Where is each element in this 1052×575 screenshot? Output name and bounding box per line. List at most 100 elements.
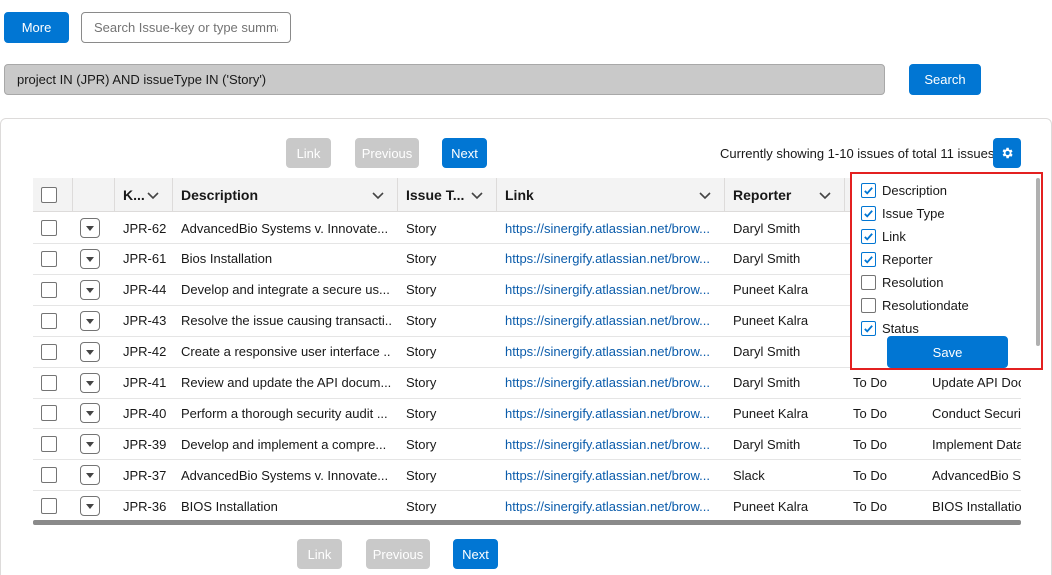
- row-actions-button[interactable]: [80, 372, 100, 393]
- select-all-checkbox[interactable]: [41, 186, 57, 203]
- cell-key: JPR-41: [123, 375, 167, 390]
- row-actions-cell: [80, 398, 100, 428]
- checkmark-icon: [864, 324, 873, 333]
- cell-link[interactable]: https://sinergify.atlassian.net/brow...: [505, 398, 719, 428]
- checkmark-icon: [864, 255, 873, 264]
- cell-link[interactable]: https://sinergify.atlassian.net/brow...: [505, 460, 719, 490]
- row-actions-button[interactable]: [80, 465, 100, 486]
- cell-issue-type: Story: [406, 375, 437, 390]
- row-actions-cell: [80, 213, 100, 243]
- column-option[interactable]: Resolutiondate: [861, 295, 969, 315]
- link-button-top[interactable]: Link: [286, 138, 331, 168]
- cell-description: Bios Installation: [181, 251, 273, 267]
- cell-reporter: Puneet Kalra: [733, 405, 809, 421]
- cell-description: Resolve the issue causing transacti...: [181, 313, 391, 329]
- row-checkbox[interactable]: [41, 374, 57, 391]
- cell-link[interactable]: https://sinergify.atlassian.net/brow...: [505, 275, 719, 305]
- header-description-label: Description: [181, 186, 259, 203]
- header-description[interactable]: Description: [173, 178, 398, 212]
- row-select-cell: [41, 368, 57, 398]
- link-button-bottom[interactable]: Link: [297, 539, 342, 569]
- cell-description: Create a responsive user interface ...: [181, 344, 391, 360]
- row-checkbox[interactable]: [41, 436, 57, 453]
- column-option-checkbox[interactable]: [861, 182, 876, 198]
- column-option[interactable]: Description: [861, 180, 947, 200]
- column-option[interactable]: Status: [861, 318, 919, 338]
- row-actions-button[interactable]: [80, 434, 100, 455]
- chevron-down-icon[interactable]: [371, 188, 385, 202]
- chevron-down-icon[interactable]: [470, 188, 484, 202]
- row-checkbox[interactable]: [41, 405, 57, 422]
- chevron-down-icon[interactable]: [818, 188, 832, 202]
- header-reporter[interactable]: Reporter: [725, 178, 845, 212]
- header-link[interactable]: Link: [497, 178, 725, 212]
- column-option-checkbox[interactable]: [861, 320, 876, 336]
- cell-status: To Do: [853, 467, 887, 483]
- jql-query-field[interactable]: project IN (JPR) AND issueType IN ('Stor…: [4, 64, 885, 95]
- cell-issue-type: Story: [406, 498, 437, 514]
- checkmark-icon: [864, 186, 873, 195]
- row-checkbox[interactable]: [41, 312, 57, 329]
- row-actions-button[interactable]: [80, 341, 100, 362]
- row-checkbox[interactable]: [41, 467, 57, 484]
- next-button-bottom[interactable]: Next: [453, 539, 498, 569]
- row-checkbox[interactable]: [41, 281, 57, 298]
- search-input[interactable]: [81, 12, 291, 43]
- cell-link[interactable]: https://sinergify.atlassian.net/brow...: [505, 306, 719, 336]
- column-option-checkbox[interactable]: [861, 205, 876, 221]
- row-actions-button[interactable]: [80, 279, 100, 300]
- jql-query-text: project IN (JPR) AND issueType IN ('Stor…: [17, 72, 267, 87]
- more-button[interactable]: More: [4, 12, 69, 43]
- header-issue-type[interactable]: Issue T...: [398, 178, 497, 212]
- cell-link[interactable]: https://sinergify.atlassian.net/brow...: [505, 368, 719, 398]
- column-option-label: Reporter: [882, 251, 933, 267]
- column-chooser-scrollbar[interactable]: [1036, 178, 1040, 346]
- row-checkbox[interactable]: [41, 498, 57, 515]
- column-option-checkbox[interactable]: [861, 228, 876, 244]
- caret-down-icon: [86, 349, 94, 355]
- cell-link[interactable]: https://sinergify.atlassian.net/brow...: [505, 213, 719, 243]
- caret-down-icon: [86, 411, 94, 417]
- row-checkbox[interactable]: [41, 343, 57, 360]
- chevron-down-icon[interactable]: [146, 188, 160, 202]
- horizontal-scrollbar[interactable]: [33, 520, 1021, 525]
- row-actions-button[interactable]: [80, 310, 100, 331]
- header-key[interactable]: K...: [115, 178, 173, 212]
- chevron-down-icon[interactable]: [698, 188, 712, 202]
- row-select-cell: [41, 429, 57, 459]
- cell-key: JPR-39: [123, 436, 167, 452]
- column-settings-button[interactable]: [993, 138, 1021, 168]
- gear-icon: [1002, 147, 1013, 159]
- column-option-checkbox[interactable]: [861, 251, 876, 267]
- column-option-checkbox[interactable]: [861, 297, 876, 313]
- previous-button-bottom[interactable]: Previous: [366, 539, 430, 569]
- row-actions-button[interactable]: [80, 496, 100, 517]
- row-checkbox[interactable]: [41, 250, 57, 267]
- next-button-top[interactable]: Next: [442, 138, 487, 168]
- row-actions-button[interactable]: [80, 403, 100, 424]
- row-actions-button[interactable]: [80, 218, 100, 238]
- column-option[interactable]: Link: [861, 226, 906, 246]
- row-checkbox[interactable]: [41, 220, 57, 236]
- cell-link[interactable]: https://sinergify.atlassian.net/brow...: [505, 337, 719, 367]
- cell-link[interactable]: https://sinergify.atlassian.net/brow...: [505, 244, 719, 274]
- row-actions-button[interactable]: [80, 248, 100, 269]
- cell-link[interactable]: https://sinergify.atlassian.net/brow...: [505, 491, 719, 521]
- previous-button-top[interactable]: Previous: [355, 138, 419, 168]
- column-option[interactable]: Resolution: [861, 272, 943, 292]
- cell-link[interactable]: https://sinergify.atlassian.net/brow...: [505, 429, 719, 459]
- column-option[interactable]: Reporter: [861, 249, 933, 269]
- cell-description: AdvancedBio Systems v. Innovate...: [181, 220, 389, 236]
- table-row: JPR-36 BIOS Installation Story https://sine…: [33, 491, 1021, 523]
- caret-down-icon: [86, 318, 94, 324]
- cell-summary: BIOS Installation: [932, 498, 1021, 514]
- checkmark-icon: [864, 232, 873, 241]
- save-columns-button[interactable]: Save: [887, 336, 1008, 368]
- column-option-checkbox[interactable]: [861, 274, 876, 290]
- column-option-label: Resolutiondate: [882, 297, 969, 313]
- row-select-cell: [41, 275, 57, 305]
- column-option[interactable]: Issue Type: [861, 203, 945, 223]
- cell-issue-type: Story: [406, 436, 437, 452]
- cell-key: JPR-43: [123, 313, 167, 329]
- search-button[interactable]: Search: [909, 64, 981, 95]
